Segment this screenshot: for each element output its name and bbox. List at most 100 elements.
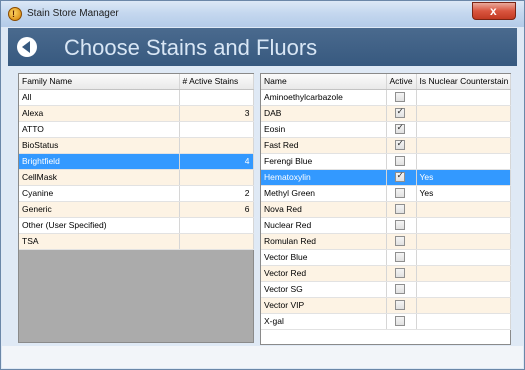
family-row[interactable]: CellMask (19, 169, 254, 186)
stain-row[interactable]: Fast Red (261, 137, 511, 154)
active-checkbox[interactable] (394, 316, 405, 327)
stain-row[interactable]: DAB (261, 105, 511, 122)
active-cell (386, 297, 417, 314)
active-cell (386, 233, 417, 250)
family-name-cell: TSA (19, 233, 180, 250)
active-checkbox[interactable] (394, 284, 405, 295)
stain-row[interactable]: Hematoxylin Yes (261, 169, 511, 186)
stain-name-cell: Vector Blue (261, 249, 387, 266)
active-checkbox[interactable] (394, 252, 405, 263)
family-row[interactable]: Alexa 3 (19, 105, 254, 122)
active-checkbox[interactable] (394, 188, 405, 199)
active-cell (386, 89, 417, 106)
nuclear-counterstain-cell (416, 265, 511, 282)
nuclear-counterstain-cell (416, 89, 511, 106)
active-checkbox[interactable] (394, 220, 405, 231)
active-checkbox[interactable] (394, 171, 405, 183)
active-stains-count-cell: 2 (179, 185, 254, 202)
stain-name-cell: Nova Red (261, 201, 387, 218)
column-header-family-name[interactable]: Family Name (19, 74, 180, 90)
active-cell (386, 265, 417, 282)
nuclear-counterstain-cell (416, 201, 511, 218)
active-cell (386, 121, 417, 138)
stain-row[interactable]: Vector Blue (261, 249, 511, 266)
family-name-cell: Brightfield (19, 153, 180, 170)
nuclear-counterstain-cell (416, 313, 511, 330)
stain-row[interactable]: Vector VIP (261, 297, 511, 314)
stain-row[interactable]: Aminoethylcarbazole (261, 89, 511, 106)
family-grid[interactable]: Family Name # Active Stains All Alexa 3 ATT… (18, 73, 254, 343)
family-name-cell: CellMask (19, 169, 180, 186)
nuclear-counterstain-cell (416, 233, 511, 250)
active-checkbox[interactable] (394, 123, 405, 135)
active-stains-count-cell: 3 (179, 105, 254, 122)
back-button[interactable] (17, 37, 37, 57)
stain-name-cell: Methyl Green (261, 185, 387, 202)
stain-name-cell: Aminoethylcarbazole (261, 89, 387, 106)
active-stains-count-cell (179, 89, 254, 106)
stain-name-cell: Romulan Red (261, 233, 387, 250)
active-checkbox[interactable] (394, 268, 405, 279)
stain-name-cell: X-gal (261, 313, 387, 330)
active-checkbox[interactable] (394, 236, 405, 247)
stain-row[interactable]: Ferengi Blue (261, 153, 511, 170)
stain-row[interactable]: Romulan Red (261, 233, 511, 250)
app-window: ! Stain Store Manager x Choose Stains an… (0, 0, 525, 370)
active-cell (386, 281, 417, 298)
window-title: Stain Store Manager (27, 8, 119, 19)
active-cell (386, 249, 417, 266)
back-arrow-icon (22, 41, 30, 53)
stain-row[interactable]: X-gal (261, 313, 511, 330)
active-stains-count-cell (179, 169, 254, 186)
family-row[interactable]: Brightfield 4 (19, 153, 254, 170)
stain-row[interactable]: Nuclear Red (261, 217, 511, 234)
active-stains-count-cell: 4 (179, 153, 254, 170)
active-stains-count-cell (179, 121, 254, 138)
active-checkbox[interactable] (394, 300, 405, 311)
title-bar[interactable]: ! Stain Store Manager x (1, 1, 524, 27)
stain-name-cell: Eosin (261, 121, 387, 138)
active-checkbox[interactable] (394, 107, 405, 119)
stain-row[interactable]: Vector SG (261, 281, 511, 298)
stain-name-cell: Vector SG (261, 281, 387, 298)
page-header: Choose Stains and Fluors (8, 28, 517, 66)
family-row[interactable]: TSA (19, 233, 254, 250)
family-name-cell: All (19, 89, 180, 106)
active-stains-count-cell (179, 233, 254, 250)
active-cell (386, 169, 417, 186)
active-checkbox[interactable] (394, 156, 405, 167)
active-cell (386, 217, 417, 234)
family-row[interactable]: All (19, 89, 254, 106)
stain-row[interactable]: Methyl Green Yes (261, 185, 511, 202)
column-header-active[interactable]: Active (386, 74, 417, 90)
active-checkbox[interactable] (394, 139, 405, 151)
stain-row[interactable]: Vector Red (261, 265, 511, 282)
app-logo-icon: ! (8, 7, 22, 21)
column-header-active-stains[interactable]: # Active Stains (179, 74, 254, 90)
family-row[interactable]: Generic 6 (19, 201, 254, 218)
nuclear-counterstain-cell (416, 281, 511, 298)
stain-name-cell: Fast Red (261, 137, 387, 154)
family-row[interactable]: BioStatus (19, 137, 254, 154)
stain-row[interactable]: Eosin (261, 121, 511, 138)
family-row[interactable]: Cyanine 2 (19, 185, 254, 202)
nuclear-counterstain-cell (416, 137, 511, 154)
stain-grid[interactable]: Name Active Is Nuclear Counterstain Amin… (260, 73, 511, 345)
page-title: Choose Stains and Fluors (64, 35, 318, 60)
column-header-name[interactable]: Name (261, 74, 387, 90)
close-icon: x (490, 4, 497, 18)
stain-row[interactable]: Nova Red (261, 201, 511, 218)
stain-name-cell: Ferengi Blue (261, 153, 387, 170)
family-name-cell: ATTO (19, 121, 180, 138)
active-cell (386, 313, 417, 330)
nuclear-counterstain-cell (416, 297, 511, 314)
active-checkbox[interactable] (394, 204, 405, 215)
nuclear-counterstain-cell (416, 121, 511, 138)
close-button[interactable]: x (472, 2, 516, 20)
family-row[interactable]: Other (User Specified) (19, 217, 254, 234)
column-header-nuclear-counterstain[interactable]: Is Nuclear Counterstain (416, 74, 511, 90)
active-checkbox[interactable] (394, 92, 405, 103)
stain-name-cell: Hematoxylin (261, 169, 387, 186)
family-row[interactable]: ATTO (19, 121, 254, 138)
nuclear-counterstain-cell (416, 153, 511, 170)
